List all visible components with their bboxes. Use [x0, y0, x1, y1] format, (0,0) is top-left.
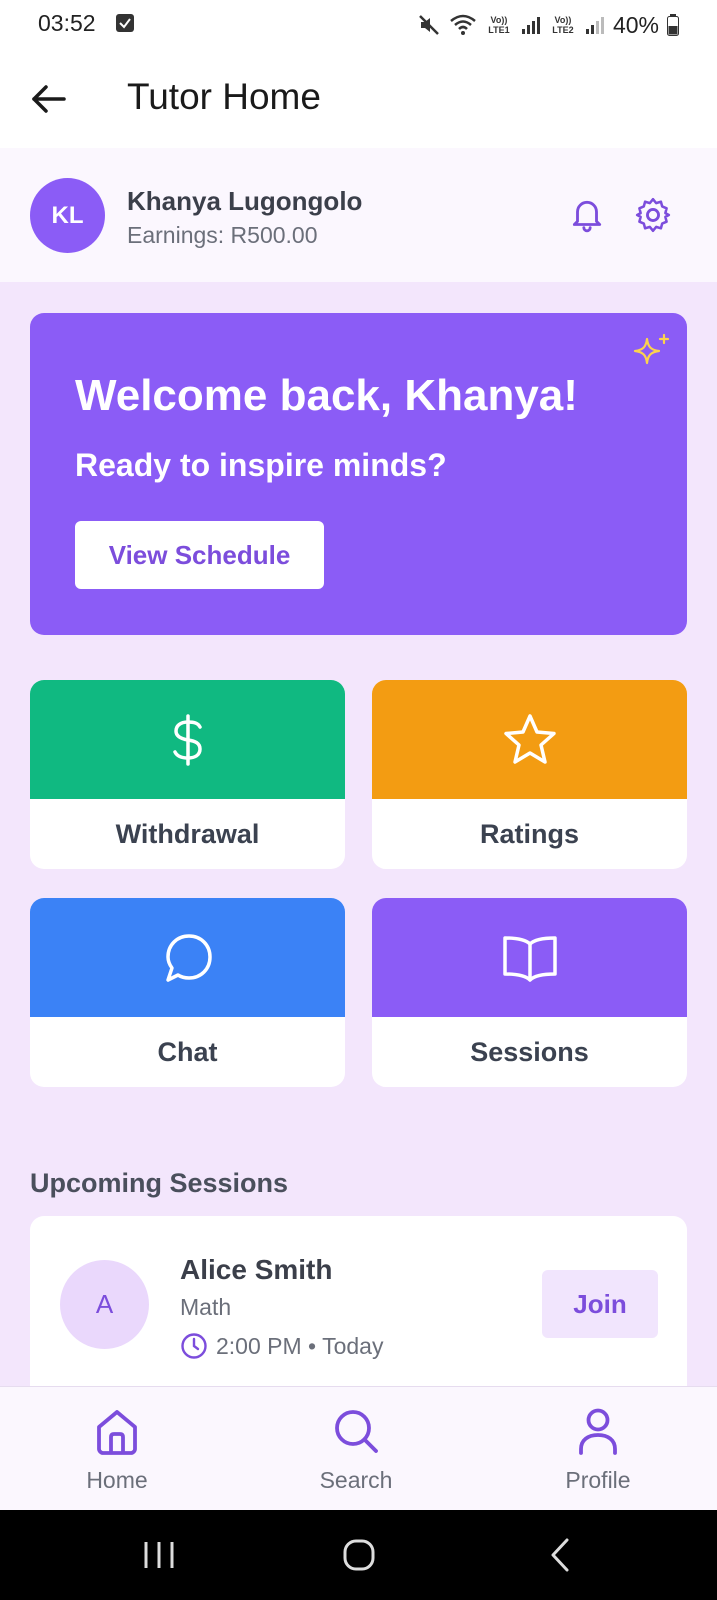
- wifi-icon: [450, 14, 476, 35]
- profile-earnings: Earnings: R500.00: [127, 222, 318, 248]
- session-avatar: A: [60, 1260, 149, 1349]
- home-icon: [97, 1410, 137, 1455]
- view-schedule-button[interactable]: View Schedule: [75, 521, 324, 589]
- clock-icon: [181, 1333, 207, 1359]
- signal-icon: [521, 17, 540, 34]
- arrow-left-icon[interactable]: [28, 78, 70, 120]
- gear-icon[interactable]: [634, 196, 672, 234]
- welcome-subtitle: Ready to inspire minds?: [75, 447, 447, 483]
- dollar-icon: [172, 713, 202, 766]
- search-icon: [335, 1410, 378, 1453]
- status-indicators: Vo)) LTE1 Vo)) LTE2 40%: [417, 10, 679, 40]
- user-icon: [579, 1408, 617, 1455]
- session-card: A Alice Smith Math 2:00 PM • Today Join: [30, 1216, 687, 1386]
- system-nav-bar: [0, 1510, 717, 1600]
- status-bar: 03:52 Vo)) LTE1 Vo)) LTE2 40%: [0, 0, 717, 50]
- withdrawal-tile-header: [30, 680, 345, 799]
- sim2-label: Vo)) LTE2: [552, 15, 574, 35]
- session-student-name: Alice Smith: [180, 1254, 333, 1285]
- sim1-label: Vo)) LTE1: [488, 15, 510, 35]
- bell-icon[interactable]: [568, 196, 606, 234]
- session-subject: Math: [180, 1294, 232, 1320]
- app-bar: Tutor Home: [0, 50, 717, 148]
- book-open-icon: [502, 935, 557, 982]
- join-session-button[interactable]: Join: [542, 1270, 658, 1338]
- star-icon: [503, 713, 556, 764]
- chat-tile-header: [30, 898, 345, 1017]
- ratings-tile-header: [372, 680, 687, 799]
- welcome-title: Welcome back, Khanya!: [75, 371, 578, 420]
- mute-icon: [419, 15, 439, 35]
- session-time-row: 2:00 PM • Today: [180, 1332, 383, 1360]
- nav-home[interactable]: Home: [27, 1387, 207, 1511]
- status-time: 03:52: [38, 10, 96, 36]
- avatar[interactable]: KL: [30, 178, 105, 253]
- signal-icon: [585, 17, 604, 34]
- session-time: 2:00 PM • Today: [216, 1332, 384, 1359]
- sessions-label: Sessions: [470, 1036, 589, 1067]
- withdrawal-label: Withdrawal: [115, 818, 260, 849]
- home-circle-icon[interactable]: [336, 1532, 382, 1578]
- page-title: Tutor Home: [127, 76, 321, 117]
- ratings-tile[interactable]: Ratings: [372, 680, 687, 869]
- system-back-icon[interactable]: [538, 1532, 584, 1578]
- chat-label: Chat: [157, 1036, 218, 1067]
- profile-header: KL Khanya Lugongolo Earnings: R500.00: [0, 148, 717, 282]
- bottom-nav: Home Search Profile: [0, 1386, 717, 1510]
- sparkle-icon: [633, 333, 670, 365]
- nav-profile-label: Profile: [565, 1467, 631, 1493]
- battery-icon: [667, 14, 679, 36]
- checkbox-notification-icon: [116, 14, 134, 32]
- nav-home-label: Home: [86, 1467, 148, 1493]
- nav-profile[interactable]: Profile: [508, 1387, 688, 1511]
- recent-apps-icon[interactable]: [136, 1532, 182, 1578]
- nav-search-label: Search: [319, 1467, 393, 1493]
- chat-bubble-icon: [165, 933, 212, 982]
- chat-tile[interactable]: Chat: [30, 898, 345, 1087]
- welcome-card: Welcome back, Khanya! Ready to inspire m…: [30, 313, 687, 635]
- profile-name: Khanya Lugongolo: [127, 186, 363, 216]
- sessions-tile-header: [372, 898, 687, 1017]
- nav-search[interactable]: Search: [266, 1387, 446, 1511]
- withdrawal-tile[interactable]: Withdrawal: [30, 680, 345, 869]
- ratings-label: Ratings: [479, 818, 579, 849]
- battery-percent: 40%: [612, 11, 659, 38]
- upcoming-sessions-title: Upcoming Sessions: [30, 1168, 289, 1198]
- sessions-tile[interactable]: Sessions: [372, 898, 687, 1087]
